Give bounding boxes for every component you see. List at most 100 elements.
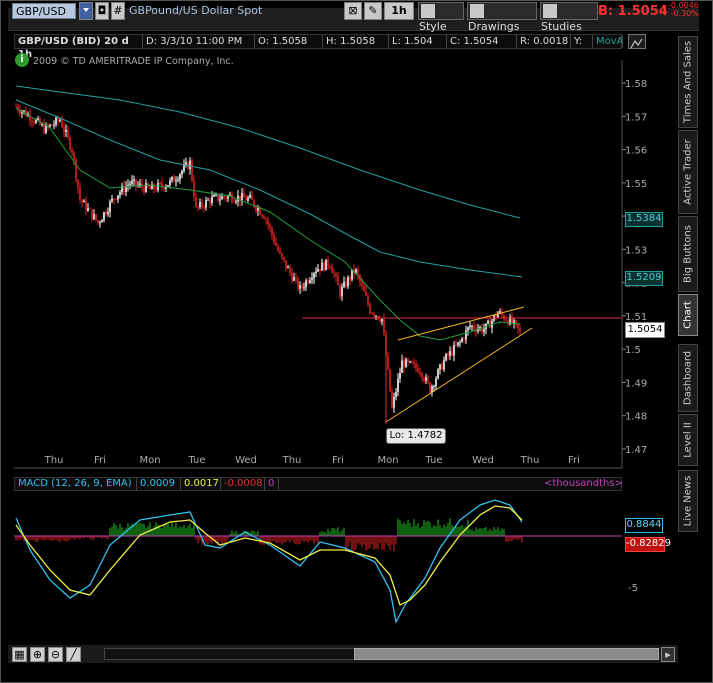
candle-body	[249, 194, 251, 198]
candle-body	[405, 359, 407, 368]
candle-body	[403, 360, 405, 368]
candle-body	[465, 330, 467, 340]
candle-body	[271, 227, 273, 236]
candle-body	[417, 367, 419, 373]
candle-body	[291, 272, 293, 281]
candle-body	[461, 338, 463, 342]
candle-body	[105, 212, 107, 215]
candle-body	[221, 196, 223, 200]
candle-body	[429, 382, 431, 393]
candle-body	[65, 129, 67, 132]
candle-body	[131, 180, 133, 184]
macd-tick-label: -5	[628, 583, 638, 594]
price-chart[interactable]: 1.581.571.561.551.541.531.521.511.51.491…	[0, 0, 713, 683]
candle-body	[363, 285, 365, 292]
candle-body	[401, 360, 403, 373]
macd-header: MACD (12, 26, 9, EMA) 0.0009 0.0017 -0.0…	[14, 477, 623, 491]
candle-body	[503, 314, 505, 320]
candle-body	[395, 391, 397, 397]
time-scrollbar-thumb[interactable]	[354, 648, 659, 660]
candle-body	[323, 262, 325, 271]
candle-body	[415, 363, 417, 368]
candle-body	[189, 160, 191, 169]
candle-body	[279, 250, 281, 254]
candle-body	[69, 137, 71, 150]
candle-body	[427, 377, 429, 383]
candle-body	[225, 197, 227, 199]
time-tick-label: Mon	[377, 455, 398, 466]
upper-trendline	[397, 306, 525, 341]
candle-body	[55, 117, 57, 125]
candle-body	[483, 329, 485, 332]
candle-body	[515, 320, 517, 324]
candle-body	[277, 245, 279, 251]
time-tick-label: Wed	[235, 455, 257, 466]
candle-body	[299, 285, 301, 289]
candle-body	[349, 277, 351, 280]
candle-body	[31, 120, 33, 122]
candle-body	[391, 391, 393, 408]
macd-value-line	[15, 499, 523, 624]
macd-diff-label: -0.82829	[625, 537, 671, 552]
scroll-right-icon[interactable]: ▸	[661, 647, 675, 662]
candle-body	[421, 372, 423, 379]
candle-body	[167, 185, 169, 187]
candle-body	[183, 164, 185, 171]
candle-body	[145, 183, 147, 192]
candle-body	[95, 214, 97, 221]
grid-icon[interactable]: ▦	[12, 647, 27, 662]
candle-body	[29, 114, 31, 121]
candle-body	[409, 361, 411, 363]
drawing-tool-icon[interactable]: ╱	[66, 647, 81, 662]
candle-body	[129, 183, 131, 186]
time-tick-label: Tue	[187, 455, 205, 466]
candle-body	[327, 259, 329, 267]
candle-body	[169, 180, 171, 186]
candle-body	[441, 364, 443, 370]
candle-body	[275, 242, 277, 246]
candlesticks	[15, 102, 521, 413]
macd-avg-line	[15, 505, 523, 606]
time-tick-label: Thu	[282, 455, 302, 466]
lower-trendline	[385, 327, 533, 423]
candle-body	[207, 199, 209, 201]
candle-body	[155, 189, 157, 191]
candle-body	[99, 222, 101, 224]
candle-body	[467, 327, 469, 331]
candle-body	[75, 159, 77, 180]
candle-body	[293, 277, 295, 281]
candle-body	[307, 280, 309, 283]
candle-body	[319, 269, 321, 271]
macd-diff: -0.0008	[221, 478, 265, 490]
zoom-out-icon[interactable]: ⊖	[48, 647, 63, 662]
candle-body	[101, 220, 103, 223]
candle-body	[111, 198, 113, 202]
candle-body	[57, 117, 59, 121]
candle-body	[59, 120, 61, 122]
candle-body	[33, 121, 35, 123]
price-tick-label: 1.5	[625, 345, 641, 356]
zoom-in-icon[interactable]: ⊕	[30, 647, 45, 662]
candle-body	[287, 267, 289, 269]
candle-body	[519, 328, 521, 331]
price-tick-label: 1.47	[625, 445, 647, 456]
candle-body	[241, 193, 243, 202]
candle-body	[37, 118, 39, 120]
candle-body	[161, 182, 163, 187]
candle-body	[317, 269, 319, 272]
candle-body	[331, 266, 333, 273]
candle-body	[107, 211, 109, 215]
candle-body	[439, 364, 441, 370]
candle-body	[361, 282, 363, 286]
candle-body	[133, 179, 135, 181]
candle-body	[269, 224, 271, 228]
candle-body	[463, 338, 465, 340]
candle-body	[285, 260, 287, 269]
candle-body	[371, 312, 373, 314]
candle-body	[373, 313, 375, 316]
macd-title: MACD (12, 26, 9, EMA)	[15, 478, 137, 490]
candle-body	[259, 208, 261, 215]
candle-body	[357, 269, 359, 276]
candle-body	[337, 276, 339, 285]
ema-mid-line	[15, 99, 523, 278]
